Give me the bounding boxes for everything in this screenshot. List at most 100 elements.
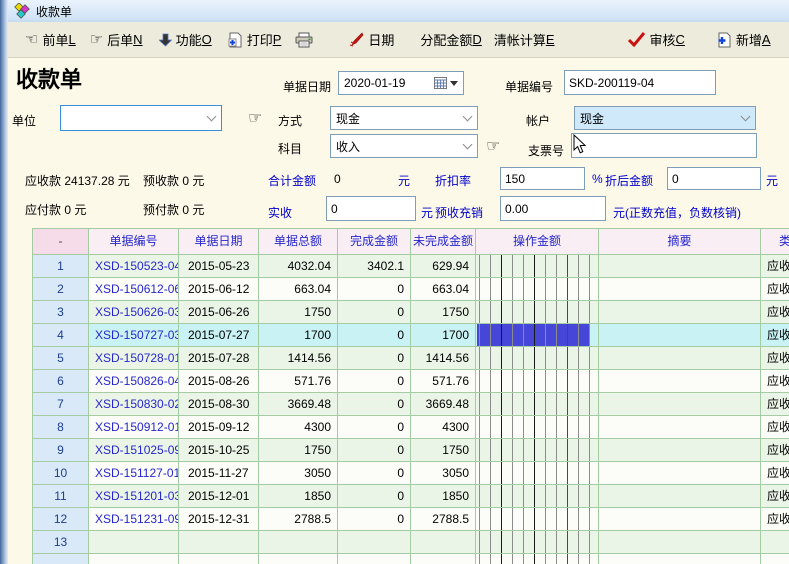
page-title: 收款单 [16, 62, 82, 94]
functions-button[interactable]: 功能O [156, 28, 215, 51]
pre-receive-value: 0 [182, 174, 189, 188]
down-arrow-icon [159, 33, 172, 47]
amount-ruled-line [556, 393, 557, 415]
cell-type: 应收 [761, 278, 789, 301]
add-new-button[interactable]: 新增A [714, 28, 774, 51]
next-doc-button[interactable]: ☞ 后单N [87, 28, 146, 51]
cell-doc-no[interactable]: XSD-151025-09 [89, 439, 179, 462]
mouse-cursor [573, 134, 586, 154]
cell-op-amount[interactable] [476, 301, 599, 324]
cell-memo [599, 255, 761, 278]
amount-ruled-line [501, 508, 502, 530]
cell-op-amount[interactable] [476, 370, 599, 393]
amount-ruled-line [589, 324, 590, 346]
table-row[interactable]: 9 XSD-151025-09 2015-10-25 1750 0 1750 应… [33, 439, 789, 462]
subject-select[interactable]: 收入 [330, 134, 478, 158]
table-row[interactable]: 3 XSD-150626-03 2015-06-26 1750 0 1750 应… [33, 301, 789, 324]
row-number: 9 [33, 439, 89, 462]
selected-amount-cell[interactable] [477, 324, 589, 346]
cell-op-amount[interactable] [476, 439, 599, 462]
cell-doc-no[interactable]: XSD-150912-01 [89, 416, 179, 439]
cell-op-amount[interactable] [476, 255, 599, 278]
cell-undone-amount: 4300 [411, 416, 476, 439]
cell-op-amount[interactable] [476, 278, 599, 301]
table-row[interactable]: 5 XSD-150728-01 2015-07-28 1414.56 0 141… [33, 347, 789, 370]
unit-select[interactable] [60, 105, 222, 131]
cell-memo [599, 324, 761, 347]
cell-op-amount[interactable] [476, 531, 599, 554]
cell-undone-amount: 629.94 [411, 255, 476, 278]
header-doc-date: 单据日期 [179, 229, 259, 255]
payable-unit: 元 [74, 203, 86, 217]
amount-ruled-line [567, 508, 568, 530]
cell-op-amount[interactable] [476, 347, 599, 370]
cell-undone-amount: 1414.56 [411, 347, 476, 370]
cell-op-amount[interactable] [476, 554, 599, 564]
received-input[interactable] [326, 196, 416, 221]
cell-op-amount[interactable] [476, 416, 599, 439]
prev-doc-button[interactable]: ☜ 前单L [22, 28, 79, 51]
prev-doc-hotkey: L [68, 32, 75, 47]
cell-op-amount[interactable] [476, 485, 599, 508]
cell-op-amount[interactable] [476, 393, 599, 416]
cell-doc-no[interactable]: XSD-150727-03 [89, 324, 179, 347]
amount-ruled-line [523, 301, 524, 323]
discount-rate-input[interactable] [500, 167, 585, 190]
cell-doc-no[interactable]: XSD-151127-01 [89, 462, 179, 485]
doc-no-input[interactable] [564, 70, 716, 95]
audit-button[interactable]: 审核C [624, 28, 688, 51]
amount-ruled-line [479, 531, 480, 553]
table-row[interactable]: 4 XSD-150727-03 2015-07-27 1700 0 1700 应… [33, 324, 789, 347]
table-row[interactable]: 1 XSD-150523-04 2015-05-23 4032.04 3402.… [33, 255, 789, 278]
method-select[interactable]: 现金 [330, 106, 478, 130]
pre-offset-input[interactable] [500, 196, 606, 221]
cell-done-amount: 3402.1 [338, 255, 411, 278]
cell-doc-no[interactable] [89, 554, 179, 564]
cell-op-amount[interactable] [476, 324, 599, 347]
table-row[interactable]: 8 XSD-150912-01 2015-09-12 4300 0 4300 应… [33, 416, 789, 439]
allocate-amount-button[interactable]: 分配金额D [417, 28, 484, 51]
cell-doc-total: 1700 [259, 324, 338, 347]
amount-ruled-line [501, 439, 502, 461]
table-row[interactable]: 2 XSD-150612-06 2015-06-12 663.04 0 663.… [33, 278, 789, 301]
cell-doc-no[interactable]: XSD-151231-09 [89, 508, 179, 531]
cell-type: 应收 [761, 508, 789, 531]
account-select[interactable]: 现金 [574, 106, 756, 130]
cell-doc-no[interactable]: XSD-150612-06 [89, 278, 179, 301]
amount-ruled-line [490, 278, 491, 300]
printer-button[interactable] [292, 30, 320, 50]
discounted-amount-input[interactable] [667, 167, 761, 190]
doc-date-picker[interactable]: 2020-01-19 [338, 71, 464, 95]
cell-doc-no[interactable]: XSD-150523-04 [89, 255, 179, 278]
print-button[interactable]: 打印P [225, 28, 285, 51]
cell-doc-no[interactable]: XSD-150830-02 [89, 393, 179, 416]
cell-doc-no[interactable]: XSD-150626-03 [89, 301, 179, 324]
calendar-dropdown-button[interactable] [429, 77, 463, 89]
cell-doc-no[interactable]: XSD-150728-01 [89, 347, 179, 370]
clear-calc-button[interactable]: 清帐计算E [491, 28, 558, 51]
cell-done-amount: 0 [338, 462, 411, 485]
receivable-unit: 元 [118, 174, 130, 188]
cell-doc-no[interactable] [89, 531, 179, 554]
cell-op-amount[interactable] [476, 508, 599, 531]
add-new-label: 新增 [736, 30, 762, 49]
amount-ruled-line [512, 554, 513, 564]
amount-ruled-line [589, 370, 590, 392]
table-row[interactable]: 7 XSD-150830-02 2015-08-30 3669.48 0 366… [33, 393, 789, 416]
amount-ruled-line [501, 301, 502, 323]
cheque-no-input[interactable] [571, 133, 757, 158]
document-plus-icon [717, 32, 732, 48]
cell-doc-no[interactable]: XSD-151201-03 [89, 485, 179, 508]
amount-ruled-line [512, 508, 513, 530]
table-row[interactable]: 10 XSD-151127-01 2015-11-27 3050 0 3050 … [33, 462, 789, 485]
amount-ruled-line [512, 255, 513, 277]
table-row[interactable] [33, 554, 789, 564]
table-row[interactable]: 13 [33, 531, 789, 554]
cell-doc-no[interactable]: XSD-150826-04 [89, 370, 179, 393]
cell-type: 应收 [761, 416, 789, 439]
table-row[interactable]: 11 XSD-151201-03 2015-12-01 1850 0 1850 … [33, 485, 789, 508]
table-row[interactable]: 6 XSD-150826-04 2015-08-26 571.76 0 571.… [33, 370, 789, 393]
cell-op-amount[interactable] [476, 462, 599, 485]
date-button[interactable]: 日期 [346, 28, 397, 51]
table-row[interactable]: 12 XSD-151231-09 2015-12-31 2788.5 0 278… [33, 508, 789, 531]
